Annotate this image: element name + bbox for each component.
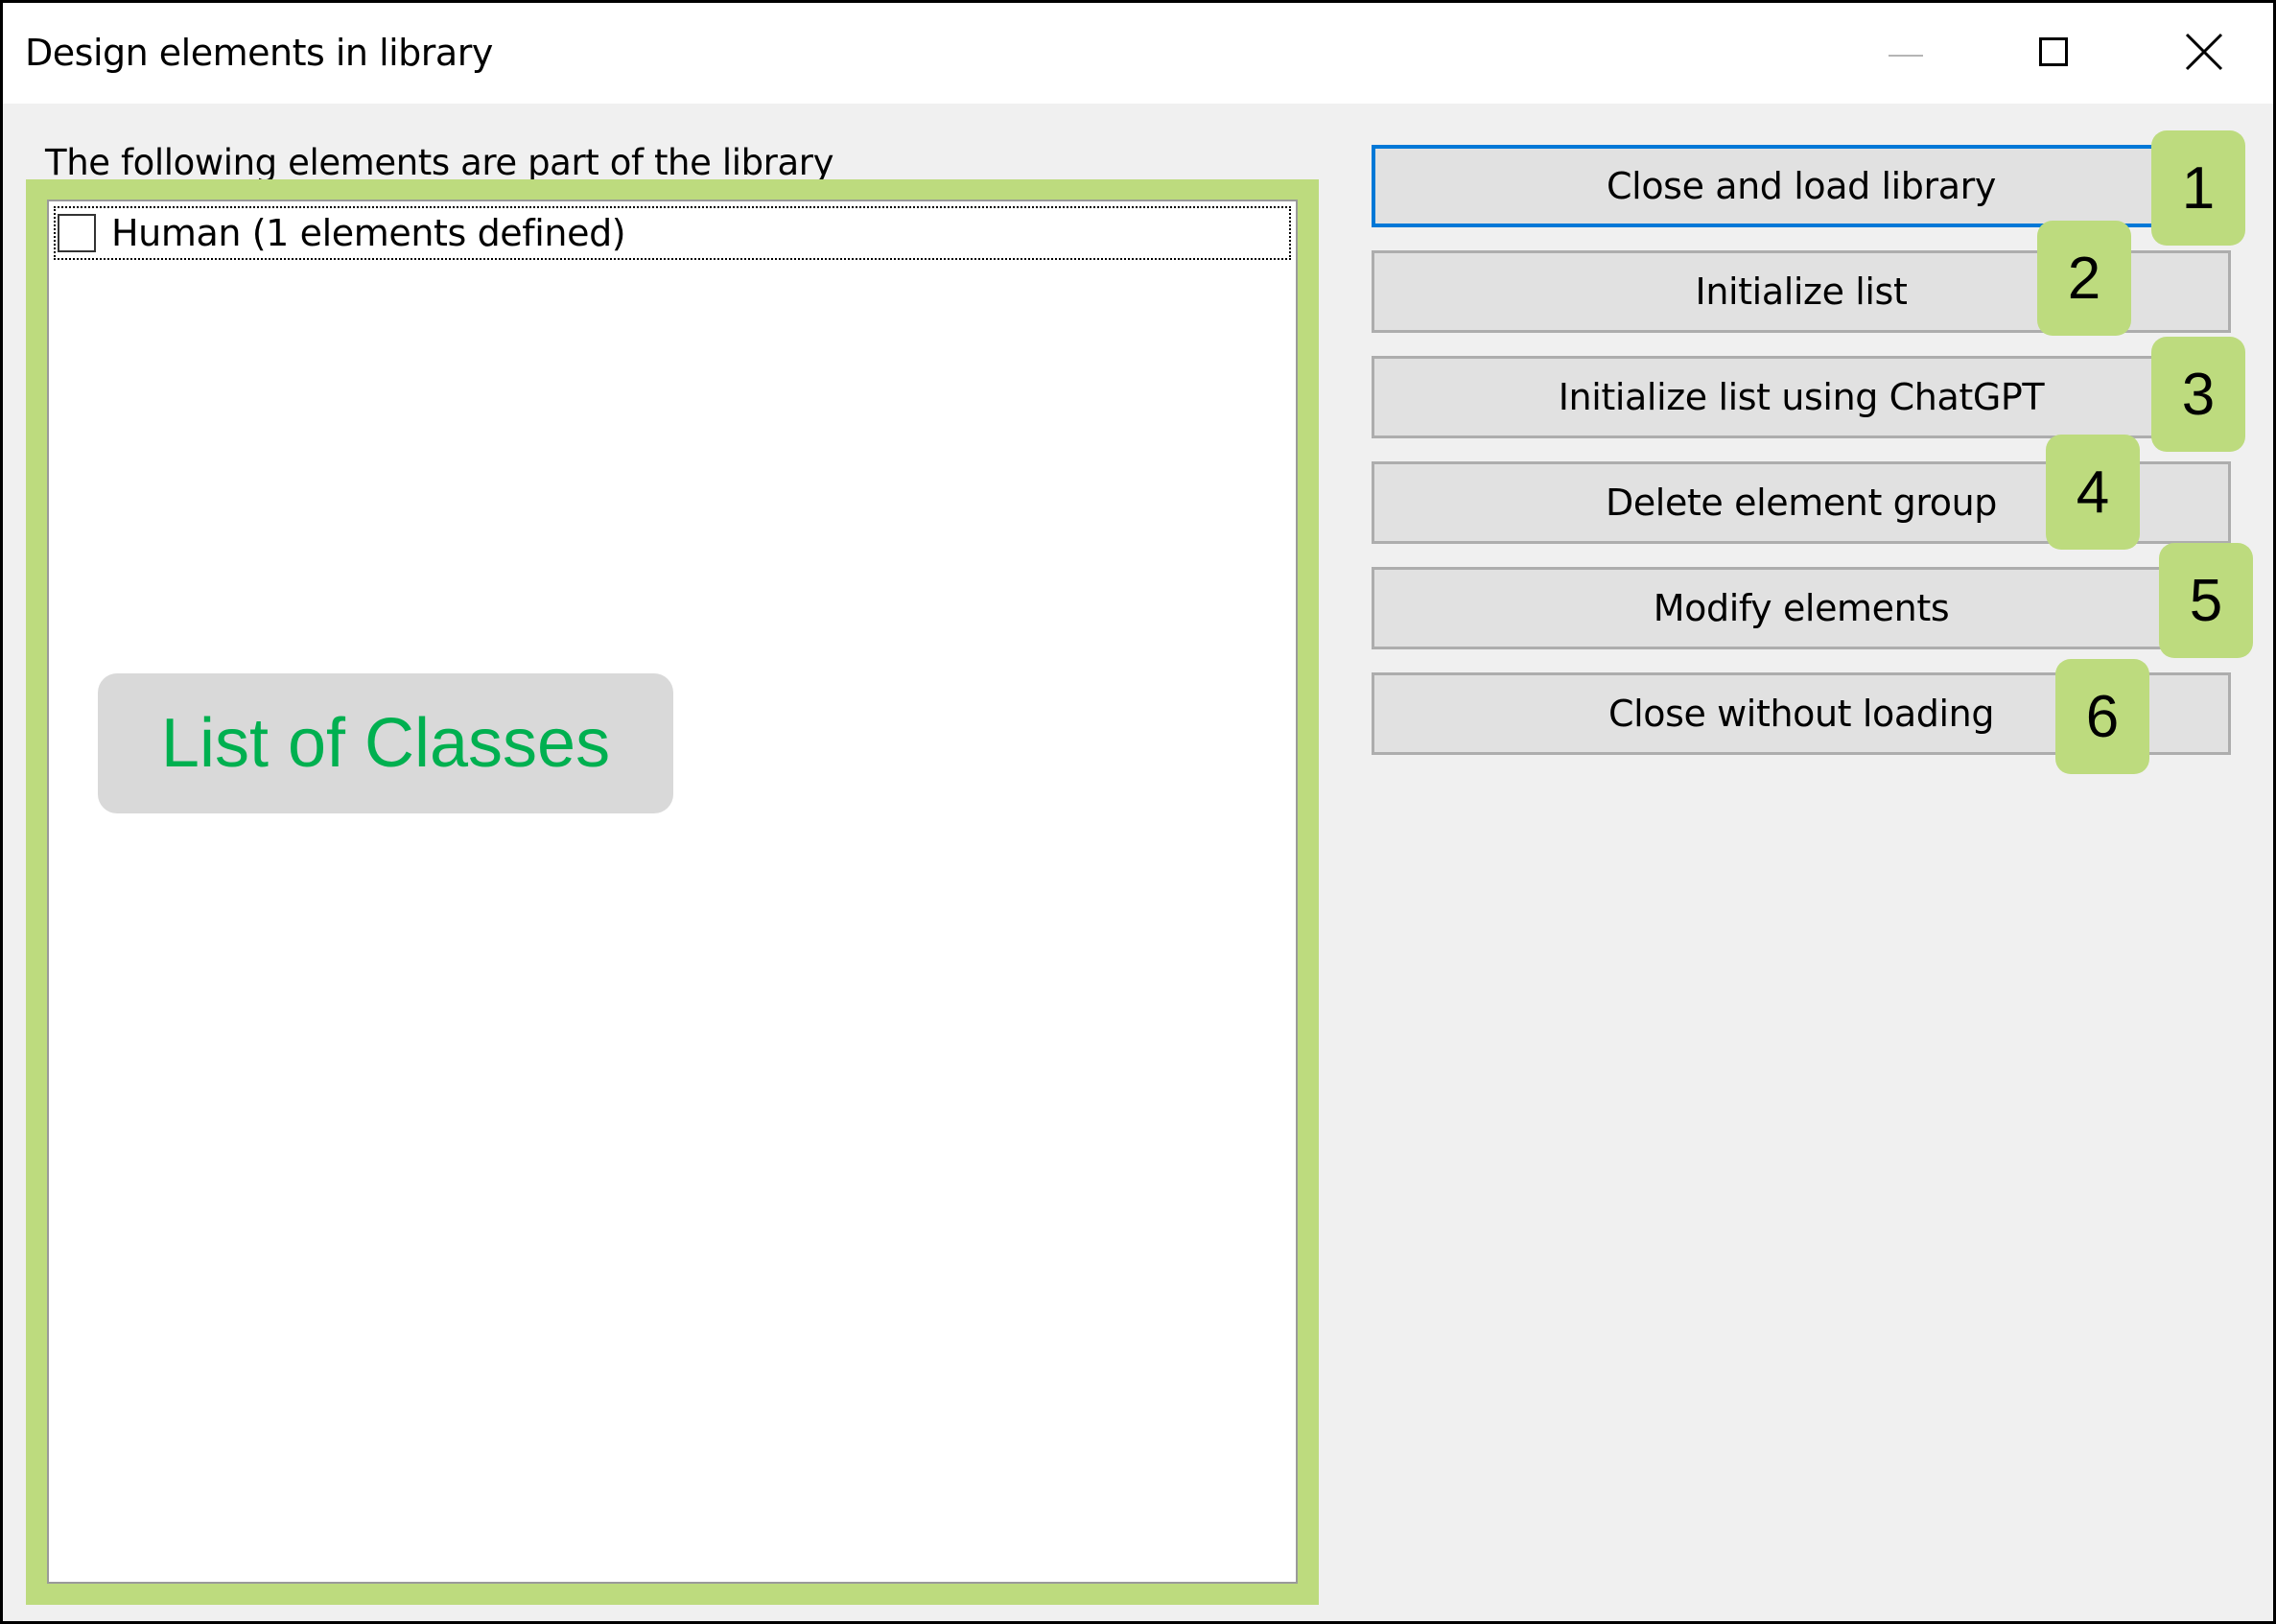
modify-elements-button[interactable]: Modify elements	[1372, 567, 2231, 649]
list-description-label: The following elements are part of the l…	[45, 142, 834, 183]
badge-6: 6	[2055, 659, 2149, 774]
window-title: Design elements in library	[25, 32, 493, 74]
list-item-label: Human (1 elements defined)	[111, 212, 626, 254]
badge-3: 3	[2151, 337, 2245, 452]
item-checkbox[interactable]	[58, 214, 96, 252]
close-button[interactable]	[2161, 22, 2247, 89]
list-item[interactable]: Human (1 elements defined)	[54, 206, 1291, 260]
badge-5: 5	[2159, 543, 2253, 658]
class-listbox[interactable]: Human (1 elements defined)	[47, 200, 1298, 1584]
title-bar: Design elements in library	[3, 3, 2273, 104]
annotation-text: List of Classes	[160, 705, 611, 782]
maximize-button[interactable]	[2012, 22, 2099, 89]
minimize-button[interactable]	[1864, 22, 1950, 89]
annotation-callout: List of Classes	[98, 673, 673, 813]
badge-4: 4	[2046, 435, 2140, 550]
initialize-list-chatgpt-button[interactable]: Initialize list using ChatGPT	[1372, 356, 2231, 438]
dialog-window: Design elements in library The following…	[0, 0, 2276, 1624]
close-and-load-library-button[interactable]: Close and load library	[1372, 145, 2231, 227]
close-icon	[2185, 33, 2223, 71]
badge-2: 2	[2037, 221, 2131, 336]
badge-1: 1	[2151, 130, 2245, 246]
